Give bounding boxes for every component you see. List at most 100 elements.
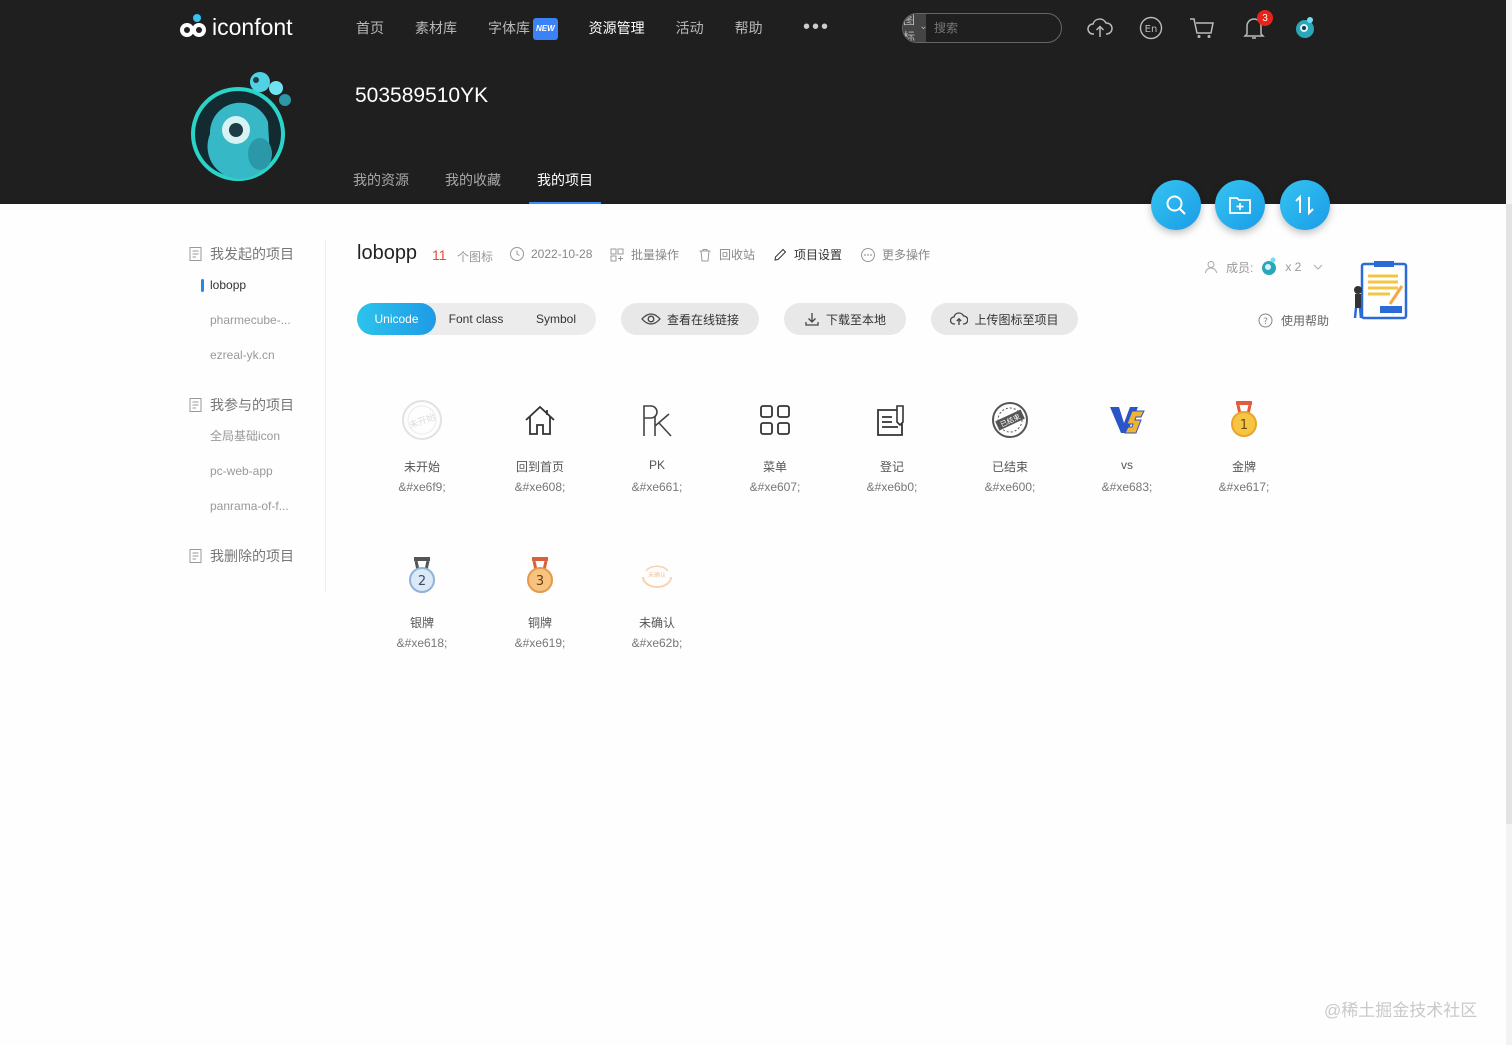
svg-text:1: 1 [1240, 418, 1248, 433]
fab-sort-button[interactable] [1280, 180, 1330, 230]
view-online-link-button[interactable]: 查看在线链接 [621, 303, 759, 335]
clock-icon [510, 247, 524, 261]
fab-search-button[interactable] [1151, 180, 1201, 230]
chevron-down-icon [1314, 264, 1323, 270]
segment-symbol[interactable]: Symbol [516, 303, 596, 335]
language-en-icon[interactable]: En [1138, 15, 1164, 41]
upload-icons-button[interactable]: 上传图标至项目 [931, 303, 1078, 335]
trash-icon [699, 248, 711, 261]
edit-pencil-icon [774, 248, 787, 261]
usage-help-link[interactable]: ? 使用帮助 [1258, 312, 1329, 329]
recycle-bin-button[interactable]: 回收站 [697, 246, 755, 263]
segment-unicode[interactable]: Unicode [357, 303, 436, 335]
members-icon [1205, 261, 1217, 274]
batch-operations-button[interactable]: 批量操作 [609, 246, 679, 263]
search-icon [1166, 195, 1186, 215]
profile-avatar[interactable] [190, 64, 294, 182]
member-avatar [1262, 257, 1277, 275]
tab-my-projects[interactable]: 我的项目 [529, 170, 601, 204]
nav-materials[interactable]: 素材库 [415, 18, 457, 40]
stamp-not-started-icon: 未开始 [400, 398, 444, 442]
register-icon [870, 398, 914, 442]
project-date: 2022-10-28 [509, 246, 592, 262]
sidebar-group-created[interactable]: 我发起的项目 [188, 240, 325, 268]
sidebar-group-deleted[interactable]: 我删除的项目 [188, 542, 325, 570]
icon-card[interactable]: 3 铜牌 &#xe619; [485, 554, 595, 684]
icon-card[interactable]: 回到首页 &#xe608; [485, 398, 595, 528]
scrollbar-thumb[interactable] [1506, 204, 1512, 824]
bronze-medal-icon: 3 [518, 554, 562, 598]
icon-card[interactable]: 2 银牌 &#xe618; [367, 554, 477, 684]
help-circle-icon: ? [1258, 313, 1273, 328]
svg-text:2: 2 [418, 574, 426, 589]
svg-text:En: En [1145, 24, 1158, 35]
search-type-dropdown[interactable]: 图标 [903, 14, 927, 42]
sort-arrows-icon [1295, 194, 1314, 216]
sidebar-item-global-base-icon[interactable]: 全局基础icon [188, 419, 325, 454]
icon-card[interactable]: PK &#xe661; [602, 398, 712, 528]
eye-icon [641, 313, 661, 325]
main-nav: 首页 素材库 字体库 NEW 资源管理 活动 帮助 [356, 18, 763, 40]
fab-new-folder-button[interactable] [1215, 180, 1265, 230]
sidebar-item-panrama[interactable]: panrama-of-f... [188, 489, 325, 524]
icon-card[interactable]: 未开始 未开始 &#xe6f9; [367, 398, 477, 528]
new-badge: NEW [533, 18, 558, 40]
menu-grid-icon [753, 398, 797, 442]
icon-count-unit: 个图标 [457, 250, 494, 264]
top-header: iconfont 首页 素材库 字体库 NEW 资源管理 活动 帮助 ••• 图标… [0, 0, 1512, 204]
nav-help[interactable]: 帮助 [735, 18, 763, 40]
project-doc-icon [189, 549, 202, 563]
sidebar-item-lobopp[interactable]: lobopp [188, 268, 325, 303]
nav-activities[interactable]: 活动 [676, 18, 704, 40]
segment-font-class[interactable]: Font class [436, 303, 516, 335]
tab-my-resources[interactable]: 我的资源 [353, 170, 409, 204]
notification-bell-icon[interactable]: 3 [1241, 10, 1273, 41]
watermark-text: @稀土掘金技术社区 [1324, 1001, 1478, 1020]
sidebar-item-pc-web-app[interactable]: pc-web-app [188, 454, 325, 489]
project-doc-icon [189, 247, 202, 261]
upload-cloud-icon[interactable] [1087, 15, 1113, 41]
sidebar-item-ezreal[interactable]: ezreal-yk.cn [188, 338, 325, 373]
svg-text:未开始: 未开始 [408, 411, 437, 432]
nav-home[interactable]: 首页 [356, 18, 384, 40]
project-settings-button[interactable]: 项目设置 [772, 246, 842, 263]
stamp-unconfirmed-icon: 未确认 [635, 554, 679, 598]
icon-card[interactable]: 已结束 已结束 &#xe600; [955, 398, 1065, 528]
icon-card[interactable]: 菜单 &#xe607; [720, 398, 830, 528]
home-icon [518, 398, 562, 442]
nav-more-button[interactable]: ••• [803, 16, 830, 39]
profile-tabs: 我的资源 我的收藏 我的项目 [353, 170, 601, 204]
project-title: lobopp [357, 242, 418, 264]
icon-card[interactable]: 1 金牌 &#xe617; [1189, 398, 1299, 528]
notification-count-badge: 3 [1257, 10, 1273, 26]
cart-icon[interactable] [1189, 15, 1215, 41]
profile-username: 503589510YK [355, 84, 489, 107]
project-members[interactable]: 成员: x 2 [1204, 256, 1323, 278]
svg-text:未确认: 未确认 [648, 571, 666, 579]
nav-resource-management[interactable]: 资源管理 [589, 18, 645, 40]
search-box: 图标 [902, 13, 1062, 43]
tab-my-favorites[interactable]: 我的收藏 [445, 170, 501, 204]
gold-medal-icon: 1 [1222, 398, 1266, 442]
icon-card[interactable]: 登记 &#xe6b0; [837, 398, 947, 528]
project-sidebar: 我发起的项目 lobopp pharmecube-... ezreal-yk.c… [188, 240, 326, 592]
user-avatar[interactable] [1292, 15, 1318, 41]
project-doc-icon [189, 398, 202, 412]
icon-card[interactable]: 未确认 未确认 &#xe62b; [602, 554, 712, 684]
download-icon [805, 313, 819, 326]
search-input[interactable] [926, 14, 1061, 42]
clipboard-illustration [1353, 261, 1408, 320]
nav-fonts[interactable]: 字体库 NEW [488, 18, 558, 40]
logo-text: iconfont [212, 13, 293, 40]
sidebar-item-pharmecube[interactable]: pharmecube-... [188, 303, 325, 338]
iconfont-logo-icon [180, 14, 206, 37]
iconfont-logo[interactable]: iconfont [178, 12, 293, 42]
upload-cloud-icon [950, 312, 969, 325]
more-operations-button[interactable]: 更多操作 [860, 246, 930, 263]
more-dots-icon [861, 247, 875, 262]
svg-text:?: ? [1263, 317, 1268, 327]
pk-icon [635, 398, 679, 442]
icon-card[interactable]: vs &#xe683; [1072, 398, 1182, 528]
sidebar-group-joined[interactable]: 我参与的项目 [188, 391, 325, 419]
download-local-button[interactable]: 下载至本地 [784, 303, 906, 335]
